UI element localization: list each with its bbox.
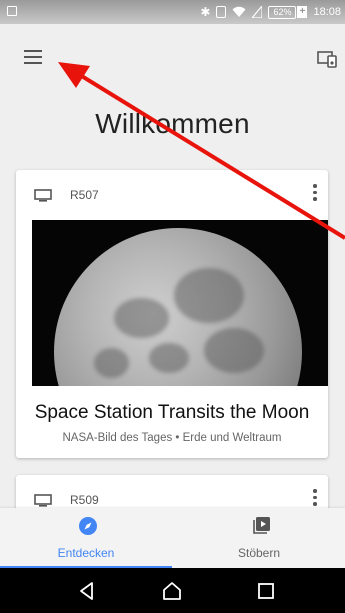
home-icon[interactable]	[161, 580, 183, 602]
notification-icon	[7, 6, 17, 16]
card-image[interactable]	[32, 220, 328, 386]
device-name: R507	[70, 188, 99, 202]
vibrate-icon	[216, 6, 227, 18]
charging-icon: +	[297, 6, 308, 18]
tv-icon	[34, 189, 52, 202]
bottom-navigation: Entdecken Stöbern	[0, 508, 345, 568]
clock: 18:08	[313, 6, 341, 18]
status-icons: ✱ 62% + 18:08	[200, 4, 341, 20]
card-title: Space Station Transits the Moon	[34, 402, 310, 423]
tab-browse[interactable]: Stöbern	[173, 508, 345, 568]
menu-icon[interactable]	[24, 50, 42, 64]
battery-indicator: 62% +	[268, 5, 308, 19]
devices-icon[interactable]	[317, 50, 337, 68]
moon-image	[54, 228, 302, 386]
tv-icon	[34, 494, 52, 507]
signal-icon	[252, 6, 263, 18]
wifi-icon	[232, 6, 246, 18]
play-library-icon	[253, 517, 270, 534]
tab-discover[interactable]: Entdecken	[0, 508, 172, 568]
card-subtitle: NASA-Bild des Tages • Erde und Weltraum	[62, 432, 282, 444]
bluetooth-icon: ✱	[200, 5, 211, 19]
card-header: R507	[16, 170, 328, 216]
battery-percent: 62%	[268, 5, 297, 19]
tab-browse-label: Stöbern	[237, 546, 281, 560]
more-options-icon[interactable]	[310, 184, 320, 206]
content-card[interactable]: R507 Space Station Transits the Moon NAS…	[16, 170, 328, 458]
app-bar	[0, 24, 345, 88]
status-bar: ✱ 62% + 18:08	[0, 0, 345, 24]
recents-icon[interactable]	[255, 580, 277, 602]
compass-icon	[79, 517, 97, 535]
back-icon[interactable]	[76, 580, 98, 602]
device-name: R509	[70, 493, 99, 507]
page-title: Willkommen	[95, 108, 250, 139]
system-navigation-bar	[0, 568, 345, 613]
tab-discover-label: Entdecken	[57, 546, 115, 560]
